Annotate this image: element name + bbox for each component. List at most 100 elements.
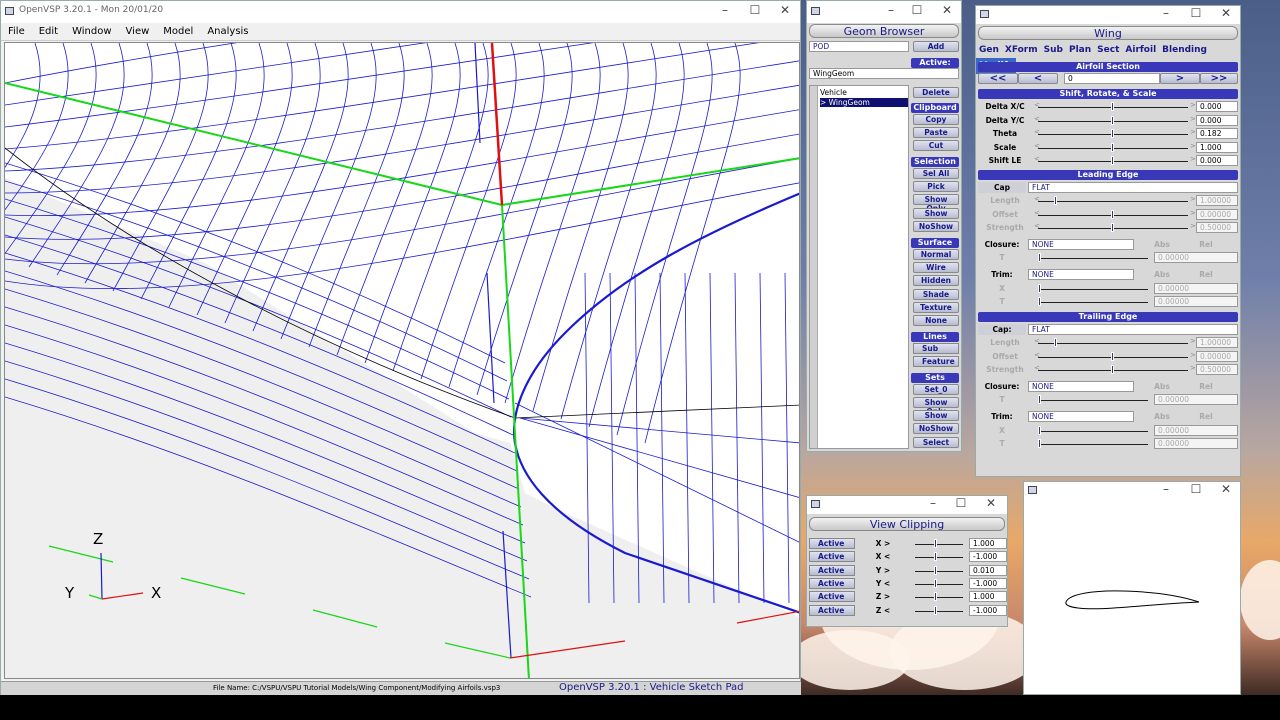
geom-type-choice[interactable]: POD [809,41,909,52]
clip-active-toggle[interactable]: Active [809,591,855,603]
wire-button[interactable]: Wire [913,262,959,273]
srs-delta-y-c-inc-arrow[interactable]: > [1190,115,1196,126]
tab-blending[interactable]: Blending [1159,42,1210,58]
next-section-button[interactable]: > [1160,73,1200,84]
sets-show-button[interactable]: Show [913,410,959,421]
clip-active-toggle[interactable]: Active [809,577,855,589]
clip-slider[interactable] [915,610,963,612]
le-strength-value[interactable]: 0.50000 [1196,222,1238,233]
le-cap-choice[interactable]: FLAT [1028,182,1238,193]
te-length-slider[interactable] [1038,343,1188,344]
clip-active-toggle[interactable]: Active [809,551,855,563]
maximize-button[interactable]: ☐ [741,3,769,17]
geom-tree-scrollbar[interactable] [810,86,818,448]
srs-shift-le-inc-arrow[interactable]: > [1190,155,1196,166]
te-t-value[interactable]: 0.00000 [1154,394,1238,405]
srs-shift-le-value[interactable]: 0.000 [1196,155,1238,166]
feature-lines-toggle[interactable]: Feature [913,356,959,367]
clip-active-toggle[interactable]: Active [809,538,855,549]
airfoil-preview-close[interactable]: ✕ [1212,482,1240,496]
paste-button[interactable]: Paste [913,127,959,138]
le-length-value[interactable]: 1.00000 [1196,195,1238,206]
le-strength-inc-arrow[interactable]: > [1190,222,1196,233]
view-clipping-close[interactable]: ✕ [977,496,1005,510]
tree-item-vehicle[interactable]: Vehicle [820,88,847,97]
le-t-slider-knob[interactable] [1038,253,1041,262]
noshow-button[interactable]: NoShow [913,221,959,232]
texture-button[interactable]: Texture [913,302,959,313]
sets-show-only-button[interactable]: Show Only [913,397,959,416]
le-offset-slider-knob[interactable] [1111,209,1114,219]
srs-theta-inc-arrow[interactable]: > [1190,128,1196,139]
tab-xform[interactable]: XForm [1002,42,1041,58]
srs-theta-value[interactable]: 0.182 [1196,128,1238,139]
clip-value[interactable]: 1.000 [969,538,1007,549]
tab-gen[interactable]: Gen [976,42,1002,58]
le-length-slider[interactable] [1038,201,1188,202]
le-trim-t-slider-knob[interactable] [1038,297,1041,306]
le-closure-rel[interactable]: Rel [1186,239,1226,250]
select-button[interactable]: Select [913,437,959,448]
te-trim-abs[interactable]: Abs [1142,411,1182,422]
clip-slider-knob[interactable] [934,605,937,615]
clip-active-toggle[interactable]: Active [809,564,855,576]
le-length-inc-arrow[interactable]: > [1190,195,1196,206]
te-trim-choice[interactable]: NONE [1028,411,1134,422]
wing-close[interactable]: ✕ [1212,6,1240,20]
te-trim-t-value[interactable]: 0.00000 [1154,438,1238,449]
te-offset-inc-arrow[interactable]: > [1190,351,1196,362]
te-trim-x-slider[interactable] [1038,431,1148,432]
clip-value[interactable]: -1.000 [969,604,1007,616]
clip-value[interactable]: -1.000 [969,551,1007,563]
clip-slider-knob[interactable] [934,592,937,602]
menu-edit[interactable]: Edit [32,23,65,37]
te-strength-inc-arrow[interactable]: > [1190,364,1196,375]
te-closure-choice[interactable]: NONE [1028,381,1134,392]
srs-delta-y-c-value[interactable]: 0.000 [1196,114,1238,126]
te-trim-t-slider-knob[interactable] [1038,439,1041,448]
delete-button[interactable]: Delete [913,87,959,98]
clip-slider[interactable] [915,597,963,599]
copy-button[interactable]: Copy [913,114,959,125]
clip-active-toggle[interactable]: Active [809,604,855,616]
clip-slider-knob[interactable] [934,552,937,562]
menu-view[interactable]: View [119,23,157,37]
te-offset-value[interactable]: 0.00000 [1196,350,1238,362]
srs-delta-x-c-value[interactable]: 0.000 [1196,101,1238,112]
geom-browser-close[interactable]: ✕ [933,3,961,17]
tab-sect[interactable]: Sect [1094,42,1122,58]
menu-window[interactable]: Window [65,23,118,37]
le-offset-value[interactable]: 0.00000 [1196,208,1238,220]
srs-shift-le-slider-knob[interactable] [1111,156,1114,165]
tab-sub[interactable]: Sub [1041,42,1066,58]
te-trim-x-slider-knob[interactable] [1038,426,1041,435]
menu-file[interactable]: File [1,23,32,37]
te-cap-choice[interactable]: FLAT [1028,324,1238,335]
show-only-button[interactable]: Show Only [913,194,959,213]
srs-theta-slider-knob[interactable] [1111,129,1114,138]
le-closure-choice[interactable]: NONE [1028,239,1134,250]
te-trim-x-value[interactable]: 0.00000 [1154,425,1238,436]
cut-button[interactable]: Cut [913,140,959,151]
le-trim-x-value[interactable]: 0.00000 [1154,283,1238,294]
te-length-value[interactable]: 1.00000 [1196,337,1238,348]
clip-slider-knob[interactable] [934,539,937,548]
none-button[interactable]: None [913,315,959,326]
srs-scale-value[interactable]: 1.000 [1196,141,1238,153]
srs-delta-x-c-slider-knob[interactable] [1111,102,1114,111]
le-offset-inc-arrow[interactable]: > [1190,209,1196,220]
shade-button[interactable]: Shade [913,289,959,300]
tab-airfoil[interactable]: Airfoil [1122,42,1159,58]
te-strength-value[interactable]: 0.50000 [1196,364,1238,375]
te-trim-t-slider[interactable] [1038,444,1148,445]
active-geom-field[interactable]: WingGeom [809,68,959,79]
te-strength-slider-knob[interactable] [1111,365,1114,374]
prev-section-button[interactable]: < [1018,73,1058,84]
te-offset-slider-knob[interactable] [1111,351,1114,361]
tree-item-winggeom[interactable]: > WingGeom [820,98,908,107]
le-strength-slider-knob[interactable] [1111,223,1114,232]
te-length-slider-knob[interactable] [1054,338,1057,347]
srs-delta-x-c-inc-arrow[interactable]: > [1190,101,1196,112]
sub-lines-toggle[interactable]: Sub [913,343,959,354]
le-trim-rel[interactable]: Rel [1186,269,1226,280]
